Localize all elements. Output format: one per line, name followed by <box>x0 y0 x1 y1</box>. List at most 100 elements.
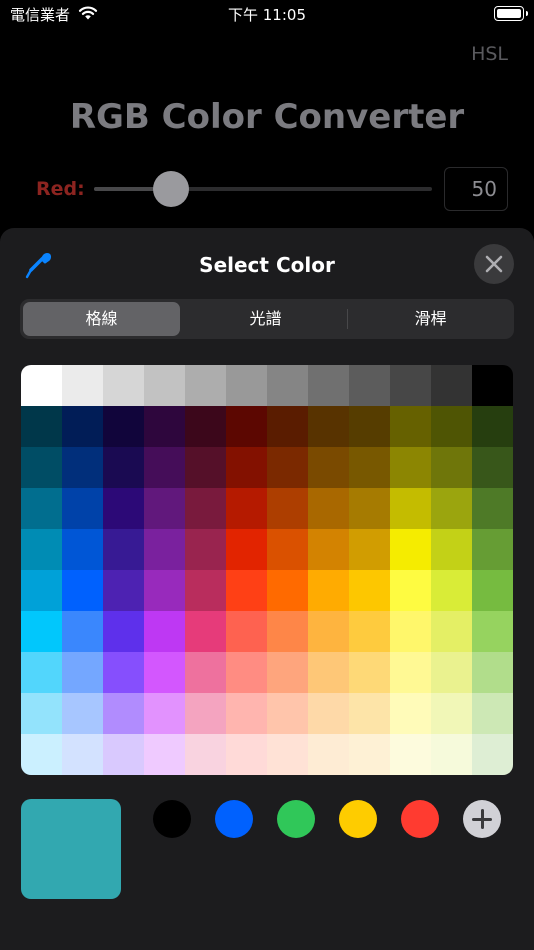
color-cell[interactable] <box>226 406 267 447</box>
color-cell[interactable] <box>226 734 267 775</box>
color-cell[interactable] <box>431 488 472 529</box>
color-cell[interactable] <box>472 406 513 447</box>
color-cell[interactable] <box>226 570 267 611</box>
color-cell[interactable] <box>21 447 62 488</box>
color-cell[interactable] <box>21 488 62 529</box>
color-cell[interactable] <box>390 652 431 693</box>
color-cell[interactable] <box>390 693 431 734</box>
color-cell[interactable] <box>62 406 103 447</box>
color-cell[interactable] <box>103 365 144 406</box>
color-cell[interactable] <box>349 529 390 570</box>
add-preset-button[interactable] <box>463 800 501 838</box>
preset-blue[interactable] <box>215 800 253 838</box>
color-cell[interactable] <box>267 447 308 488</box>
color-cell[interactable] <box>267 734 308 775</box>
color-cell[interactable] <box>62 570 103 611</box>
color-cell[interactable] <box>103 570 144 611</box>
color-cell[interactable] <box>103 652 144 693</box>
color-cell[interactable] <box>62 693 103 734</box>
color-cell[interactable] <box>349 488 390 529</box>
color-cell[interactable] <box>431 693 472 734</box>
color-cell[interactable] <box>226 447 267 488</box>
color-cell[interactable] <box>21 611 62 652</box>
color-cell[interactable] <box>308 652 349 693</box>
color-cell[interactable] <box>21 406 62 447</box>
color-cell[interactable] <box>390 570 431 611</box>
close-button[interactable] <box>474 244 514 284</box>
color-cell[interactable] <box>185 447 226 488</box>
color-cell[interactable] <box>349 365 390 406</box>
preset-yellow[interactable] <box>339 800 377 838</box>
color-cell[interactable] <box>390 447 431 488</box>
color-cell[interactable] <box>308 488 349 529</box>
color-cell[interactable] <box>267 570 308 611</box>
color-cell[interactable] <box>390 365 431 406</box>
color-cell[interactable] <box>390 529 431 570</box>
color-cell[interactable] <box>472 693 513 734</box>
color-cell[interactable] <box>144 652 185 693</box>
color-cell[interactable] <box>431 406 472 447</box>
color-cell[interactable] <box>62 611 103 652</box>
preset-red[interactable] <box>401 800 439 838</box>
color-cell[interactable] <box>144 570 185 611</box>
color-cell[interactable] <box>472 734 513 775</box>
color-cell[interactable] <box>103 693 144 734</box>
color-cell[interactable] <box>144 365 185 406</box>
color-cell[interactable] <box>349 447 390 488</box>
color-cell[interactable] <box>103 447 144 488</box>
color-cell[interactable] <box>431 611 472 652</box>
color-cell[interactable] <box>267 529 308 570</box>
color-cell[interactable] <box>431 570 472 611</box>
color-cell[interactable] <box>62 529 103 570</box>
preset-black[interactable] <box>153 800 191 838</box>
color-cell[interactable] <box>103 611 144 652</box>
color-cell[interactable] <box>390 611 431 652</box>
color-cell[interactable] <box>144 488 185 529</box>
color-cell[interactable] <box>431 734 472 775</box>
color-cell[interactable] <box>349 734 390 775</box>
color-cell[interactable] <box>226 611 267 652</box>
color-cell[interactable] <box>349 406 390 447</box>
color-cell[interactable] <box>144 611 185 652</box>
color-cell[interactable] <box>308 570 349 611</box>
color-cell[interactable] <box>349 611 390 652</box>
color-cell[interactable] <box>472 652 513 693</box>
color-cell[interactable] <box>308 734 349 775</box>
color-cell[interactable] <box>431 652 472 693</box>
color-cell[interactable] <box>349 652 390 693</box>
color-cell[interactable] <box>185 611 226 652</box>
color-cell[interactable] <box>103 734 144 775</box>
color-cell[interactable] <box>185 529 226 570</box>
color-cell[interactable] <box>308 365 349 406</box>
tab-spectrum[interactable]: 光譜 <box>185 302 346 336</box>
color-cell[interactable] <box>62 447 103 488</box>
color-cell[interactable] <box>185 652 226 693</box>
color-cell[interactable] <box>267 652 308 693</box>
color-cell[interactable] <box>103 529 144 570</box>
color-cell[interactable] <box>472 447 513 488</box>
color-cell[interactable] <box>62 652 103 693</box>
color-cell[interactable] <box>390 406 431 447</box>
color-cell[interactable] <box>226 693 267 734</box>
color-cell[interactable] <box>185 734 226 775</box>
color-cell[interactable] <box>431 365 472 406</box>
color-cell[interactable] <box>472 365 513 406</box>
color-cell[interactable] <box>21 734 62 775</box>
color-cell[interactable] <box>267 406 308 447</box>
color-cell[interactable] <box>472 529 513 570</box>
color-cell[interactable] <box>267 365 308 406</box>
color-cell[interactable] <box>144 447 185 488</box>
color-cell[interactable] <box>21 693 62 734</box>
red-value-field[interactable]: 50 <box>444 167 508 211</box>
tab-sliders[interactable]: 滑桿 <box>350 302 511 336</box>
color-cell[interactable] <box>308 693 349 734</box>
color-cell[interactable] <box>472 611 513 652</box>
color-cell[interactable] <box>62 365 103 406</box>
color-cell[interactable] <box>226 652 267 693</box>
color-cell[interactable] <box>185 570 226 611</box>
color-cell[interactable] <box>144 529 185 570</box>
color-cell[interactable] <box>185 488 226 529</box>
color-cell[interactable] <box>144 734 185 775</box>
color-cell[interactable] <box>185 693 226 734</box>
color-cell[interactable] <box>226 365 267 406</box>
